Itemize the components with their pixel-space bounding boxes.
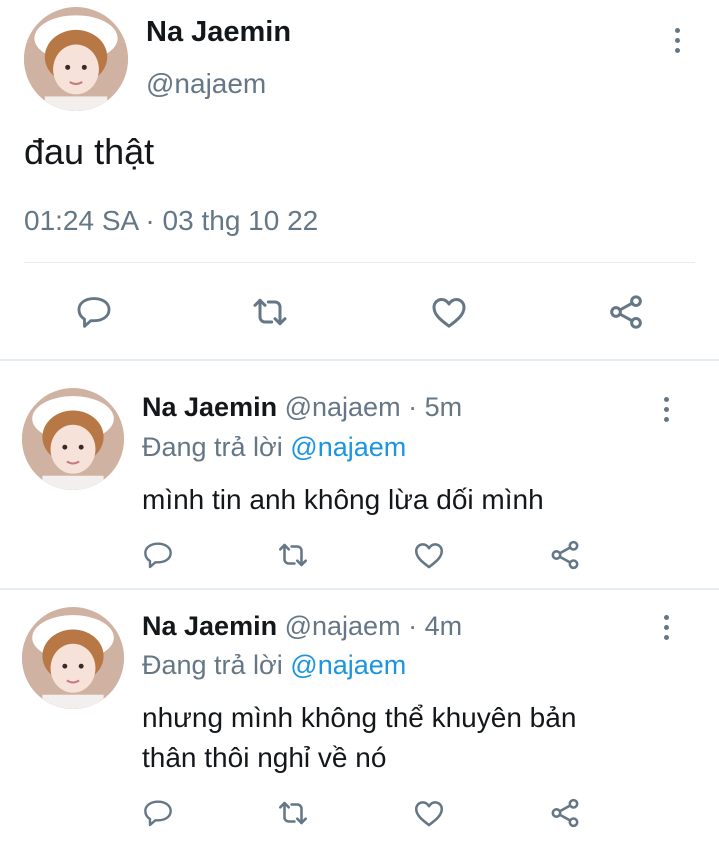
reply-author-handle[interactable]: @najaem [285,611,401,641]
main-tweet-divider [24,262,695,263]
reply-reply-icon[interactable] [140,537,176,573]
main-tweet-author-name[interactable]: Na Jaemin [146,16,291,49]
section-divider [0,359,719,361]
main-like-icon[interactable] [427,290,471,334]
reply-avatar[interactable] [22,607,124,709]
reply-share-icon[interactable] [547,537,583,573]
reply-avatar[interactable] [22,388,124,490]
main-tweet-more-options-icon[interactable] [667,28,687,53]
reply-text-line: thân thôi nghỉ về nó [142,742,387,773]
reply-reply-icon[interactable] [140,795,176,831]
main-tweet-text: đau thật [24,131,155,172]
reply-share-icon[interactable] [547,795,583,831]
replying-to-prefix: Đang trả lời [142,432,283,462]
reply-author-name[interactable]: Na Jaemin [142,611,277,641]
reply-age: · 5m [408,392,463,422]
reply-text-line: nhưng mình không thể khuyên bản [142,702,577,733]
main-retweet-icon[interactable] [248,290,292,334]
reply-text: nhưng mình không thể khuyên bản thân thô… [142,698,576,778]
reply-text-line: mình tin anh không lừa dối mình [142,484,544,515]
replying-to-handle-link[interactable]: @najaem [290,650,406,680]
reply-retweet-icon[interactable] [275,537,311,573]
reply-more-options-icon[interactable] [656,397,676,422]
reply-author-name[interactable]: Na Jaemin [142,392,277,422]
avatar-image [22,607,124,709]
reply-more-options-icon[interactable] [656,615,676,640]
main-share-icon[interactable] [604,290,648,334]
reply-retweet-icon[interactable] [275,795,311,831]
reply-replying-to: Đang trả lời @najaem [142,650,406,681]
replying-to-prefix: Đang trả lời [142,650,283,680]
avatar-image [24,7,128,111]
main-reply-icon[interactable] [72,290,116,334]
reply-author-handle[interactable]: @najaem [285,392,401,422]
main-tweet-avatar[interactable] [24,7,128,111]
main-tweet-timestamp[interactable]: 01:24 SA · 03 thg 10 22 [24,205,318,237]
reply-header: Na Jaemin @najaem · 4m [142,611,462,642]
main-tweet-author-handle[interactable]: @najaem [146,68,266,100]
replying-to-handle-link[interactable]: @najaem [290,432,406,462]
reply-age: · 4m [408,611,463,641]
reply-like-icon[interactable] [411,537,447,573]
reply-divider [0,588,719,590]
avatar-image [22,388,124,490]
reply-like-icon[interactable] [411,795,447,831]
reply-replying-to: Đang trả lời @najaem [142,432,406,463]
reply-header: Na Jaemin @najaem · 5m [142,392,462,423]
reply-text: mình tin anh không lừa dối mình [142,480,544,520]
